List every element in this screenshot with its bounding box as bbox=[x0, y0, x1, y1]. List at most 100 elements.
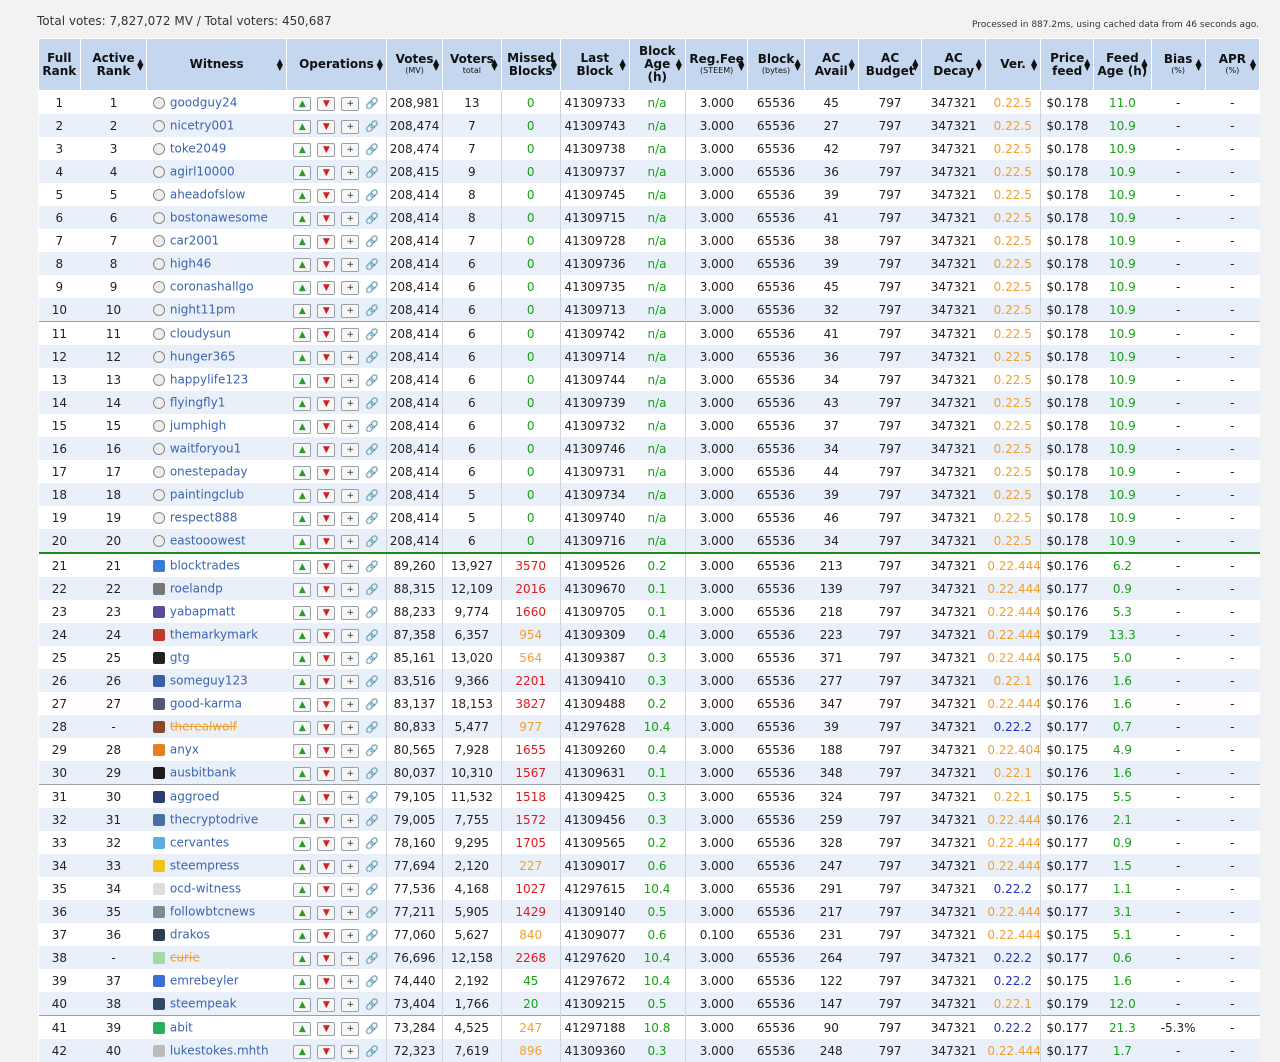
witness-url-link-icon[interactable]: 🔗 bbox=[365, 189, 379, 202]
witness-name-link[interactable]: curie bbox=[170, 951, 200, 965]
vote-witness-button[interactable]: ▲ bbox=[293, 212, 311, 226]
vote-witness-button[interactable]: ▲ bbox=[293, 629, 311, 643]
unvote-witness-button[interactable]: ▼ bbox=[317, 675, 335, 689]
witness-name-link[interactable]: abit bbox=[170, 1021, 193, 1035]
vote-witness-button[interactable]: ▲ bbox=[293, 258, 311, 272]
column-header-bias[interactable]: Bias(%)▲▼ bbox=[1151, 39, 1205, 91]
vote-witness-button[interactable]: ▲ bbox=[293, 975, 311, 989]
witness-url-link-icon[interactable]: 🔗 bbox=[365, 791, 379, 804]
vote-witness-button[interactable]: ▲ bbox=[293, 675, 311, 689]
vote-witness-button[interactable]: ▲ bbox=[293, 420, 311, 434]
column-header-feed-age[interactable]: Feed Age (h)▲▼ bbox=[1094, 39, 1151, 91]
sort-icon[interactable]: ▲▼ bbox=[1031, 59, 1037, 71]
set-proxy-button[interactable]: + bbox=[341, 814, 359, 828]
vote-witness-button[interactable]: ▲ bbox=[293, 906, 311, 920]
unvote-witness-button[interactable]: ▼ bbox=[317, 791, 335, 805]
column-header-last-block[interactable]: Last Block▲▼ bbox=[560, 39, 629, 91]
unvote-witness-button[interactable]: ▼ bbox=[317, 837, 335, 851]
witness-name-link[interactable]: coronashallgo bbox=[170, 280, 254, 294]
unvote-witness-button[interactable]: ▼ bbox=[317, 1022, 335, 1036]
witness-name-link[interactable]: themarkymark bbox=[170, 628, 258, 642]
unvote-witness-button[interactable]: ▼ bbox=[317, 583, 335, 597]
witness-name-link[interactable]: toke2049 bbox=[170, 142, 227, 156]
column-header-operations[interactable]: Operations▲▼ bbox=[286, 39, 386, 91]
unvote-witness-button[interactable]: ▼ bbox=[317, 652, 335, 666]
column-header-ac-avail[interactable]: AC Avail▲▼ bbox=[804, 39, 858, 91]
column-header-apr[interactable]: APR(%)▲▼ bbox=[1205, 39, 1259, 91]
set-proxy-button[interactable]: + bbox=[341, 721, 359, 735]
set-proxy-button[interactable]: + bbox=[341, 698, 359, 712]
unvote-witness-button[interactable]: ▼ bbox=[317, 1045, 335, 1059]
witness-url-link-icon[interactable]: 🔗 bbox=[365, 906, 379, 919]
witness-name-link[interactable]: blocktrades bbox=[170, 559, 240, 573]
witness-url-link-icon[interactable]: 🔗 bbox=[365, 489, 379, 502]
unvote-witness-button[interactable]: ▼ bbox=[317, 929, 335, 943]
sort-icon[interactable]: ▲▼ bbox=[1250, 59, 1256, 71]
set-proxy-button[interactable]: + bbox=[341, 629, 359, 643]
set-proxy-button[interactable]: + bbox=[341, 443, 359, 457]
witness-url-link-icon[interactable]: 🔗 bbox=[365, 143, 379, 156]
set-proxy-button[interactable]: + bbox=[341, 791, 359, 805]
witness-name-link[interactable]: therealwolf bbox=[170, 720, 237, 734]
unvote-witness-button[interactable]: ▼ bbox=[317, 975, 335, 989]
witness-url-link-icon[interactable]: 🔗 bbox=[365, 952, 379, 965]
set-proxy-button[interactable]: + bbox=[341, 328, 359, 342]
column-header-reg-fee[interactable]: Reg.Fee(STEEM)▲▼ bbox=[685, 39, 748, 91]
unvote-witness-button[interactable]: ▼ bbox=[317, 443, 335, 457]
witness-url-link-icon[interactable]: 🔗 bbox=[365, 97, 379, 110]
witness-name-link[interactable]: followbtcnews bbox=[170, 905, 255, 919]
vote-witness-button[interactable]: ▲ bbox=[293, 698, 311, 712]
witness-url-link-icon[interactable]: 🔗 bbox=[365, 837, 379, 850]
unvote-witness-button[interactable]: ▼ bbox=[317, 560, 335, 574]
witness-name-link[interactable]: anyx bbox=[170, 743, 199, 757]
witness-name-link[interactable]: bostonawesome bbox=[170, 211, 268, 225]
unvote-witness-button[interactable]: ▼ bbox=[317, 189, 335, 203]
vote-witness-button[interactable]: ▲ bbox=[293, 489, 311, 503]
witness-url-link-icon[interactable]: 🔗 bbox=[365, 883, 379, 896]
witness-name-link[interactable]: paintingclub bbox=[170, 488, 244, 502]
set-proxy-button[interactable]: + bbox=[341, 351, 359, 365]
unvote-witness-button[interactable]: ▼ bbox=[317, 328, 335, 342]
sort-icon[interactable]: ▲▼ bbox=[738, 59, 744, 71]
sort-icon[interactable]: ▲▼ bbox=[551, 59, 557, 71]
unvote-witness-button[interactable]: ▼ bbox=[317, 143, 335, 157]
witness-name-link[interactable]: cervantes bbox=[170, 836, 229, 850]
witness-name-link[interactable]: respect888 bbox=[170, 511, 238, 525]
set-proxy-button[interactable]: + bbox=[341, 906, 359, 920]
witness-url-link-icon[interactable]: 🔗 bbox=[365, 606, 379, 619]
witness-name-link[interactable]: steempeak bbox=[170, 997, 237, 1011]
witness-url-link-icon[interactable]: 🔗 bbox=[365, 744, 379, 757]
witness-name-link[interactable]: ocd-witness bbox=[170, 882, 241, 896]
witness-url-link-icon[interactable]: 🔗 bbox=[365, 929, 379, 942]
column-header-full-rank[interactable]: Full Rank bbox=[39, 39, 81, 91]
unvote-witness-button[interactable]: ▼ bbox=[317, 698, 335, 712]
witness-name-link[interactable]: aheadofslow bbox=[170, 188, 246, 202]
sort-icon[interactable]: ▲▼ bbox=[1196, 59, 1202, 71]
witness-url-link-icon[interactable]: 🔗 bbox=[365, 351, 379, 364]
set-proxy-button[interactable]: + bbox=[341, 466, 359, 480]
witness-url-link-icon[interactable]: 🔗 bbox=[365, 767, 379, 780]
unvote-witness-button[interactable]: ▼ bbox=[317, 304, 335, 318]
set-proxy-button[interactable]: + bbox=[341, 606, 359, 620]
witness-name-link[interactable]: hunger365 bbox=[170, 350, 236, 364]
witness-name-link[interactable]: goodguy24 bbox=[170, 96, 238, 110]
unvote-witness-button[interactable]: ▼ bbox=[317, 120, 335, 134]
witness-url-link-icon[interactable]: 🔗 bbox=[365, 998, 379, 1011]
sort-icon[interactable]: ▲▼ bbox=[619, 59, 625, 71]
set-proxy-button[interactable]: + bbox=[341, 652, 359, 666]
unvote-witness-button[interactable]: ▼ bbox=[317, 860, 335, 874]
set-proxy-button[interactable]: + bbox=[341, 143, 359, 157]
witness-url-link-icon[interactable]: 🔗 bbox=[365, 466, 379, 479]
witness-name-link[interactable]: thecryptodrive bbox=[170, 813, 258, 827]
vote-witness-button[interactable]: ▲ bbox=[293, 166, 311, 180]
witness-url-link-icon[interactable]: 🔗 bbox=[365, 304, 379, 317]
vote-witness-button[interactable]: ▲ bbox=[293, 512, 311, 526]
set-proxy-button[interactable]: + bbox=[341, 189, 359, 203]
witness-name-link[interactable]: someguy123 bbox=[170, 674, 248, 688]
witness-url-link-icon[interactable]: 🔗 bbox=[365, 675, 379, 688]
unvote-witness-button[interactable]: ▼ bbox=[317, 906, 335, 920]
column-header-block-age[interactable]: Block Age (h)▲▼ bbox=[629, 39, 685, 91]
set-proxy-button[interactable]: + bbox=[341, 1045, 359, 1059]
unvote-witness-button[interactable]: ▼ bbox=[317, 166, 335, 180]
column-header-witness[interactable]: Witness▲▼ bbox=[147, 39, 287, 91]
